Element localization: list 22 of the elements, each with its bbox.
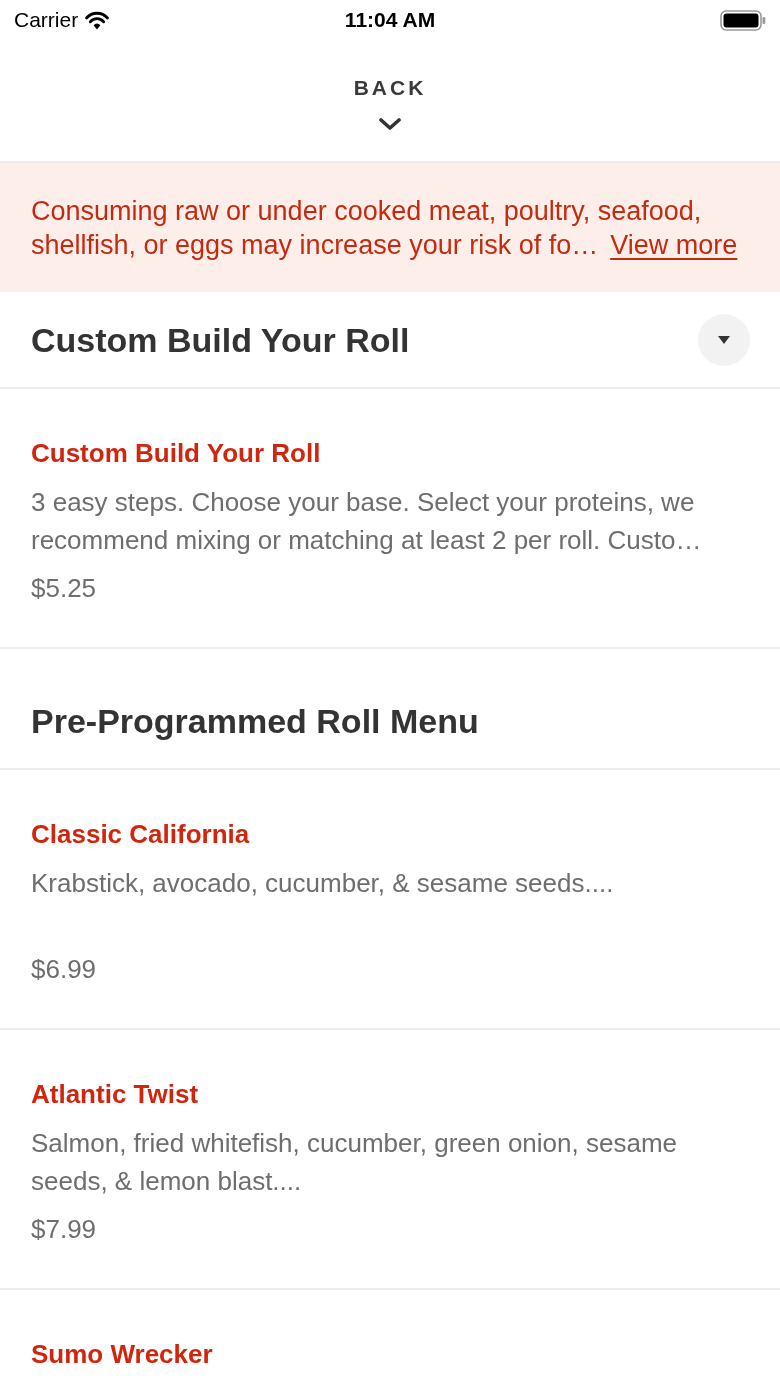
item-price: $7.99 bbox=[31, 1213, 97, 1246]
item-price: $5.25 bbox=[31, 572, 97, 605]
section-title: Custom Build Your Roll bbox=[31, 320, 410, 361]
caret-down-icon bbox=[718, 336, 730, 344]
item-title: Sumo Wrecker bbox=[31, 1338, 213, 1370]
item-title: Atlantic Twist bbox=[31, 1078, 199, 1110]
wifi-icon bbox=[84, 10, 111, 30]
chevron-down-icon bbox=[379, 118, 401, 131]
back-button[interactable]: BACK bbox=[353, 76, 427, 131]
item-title: Classic California bbox=[31, 818, 250, 850]
item-description: Krabstick, avocado, cucumber, & sesame seeds.... bbox=[31, 867, 615, 900]
section-title: Pre-Programmed Roll Menu bbox=[31, 701, 479, 742]
collapse-button[interactable] bbox=[698, 314, 750, 366]
item-description: Salmon, fried whitefish, cucumber, green onion, sesame seeds, & lemon blast.... bbox=[31, 1127, 678, 1198]
item-description: 3 easy steps. Choose your base. Select your proteins, we recommend mixing or matching at least 2 per roll. Custo… bbox=[31, 486, 703, 557]
item-price: $6.99 bbox=[31, 953, 97, 986]
view-more-link[interactable]: View more bbox=[610, 230, 738, 260]
carrier-name: Carrier bbox=[14, 7, 79, 33]
item-title: Custom Build Your Roll bbox=[31, 437, 321, 469]
battery-icon bbox=[720, 9, 766, 31]
allergy-warning-text: Consuming raw or under cooked meat, poultry, seafood, shellfish, or eggs may increase your risk of fo… View more bbox=[31, 195, 739, 262]
status-time: 11:04 AM bbox=[344, 7, 436, 33]
